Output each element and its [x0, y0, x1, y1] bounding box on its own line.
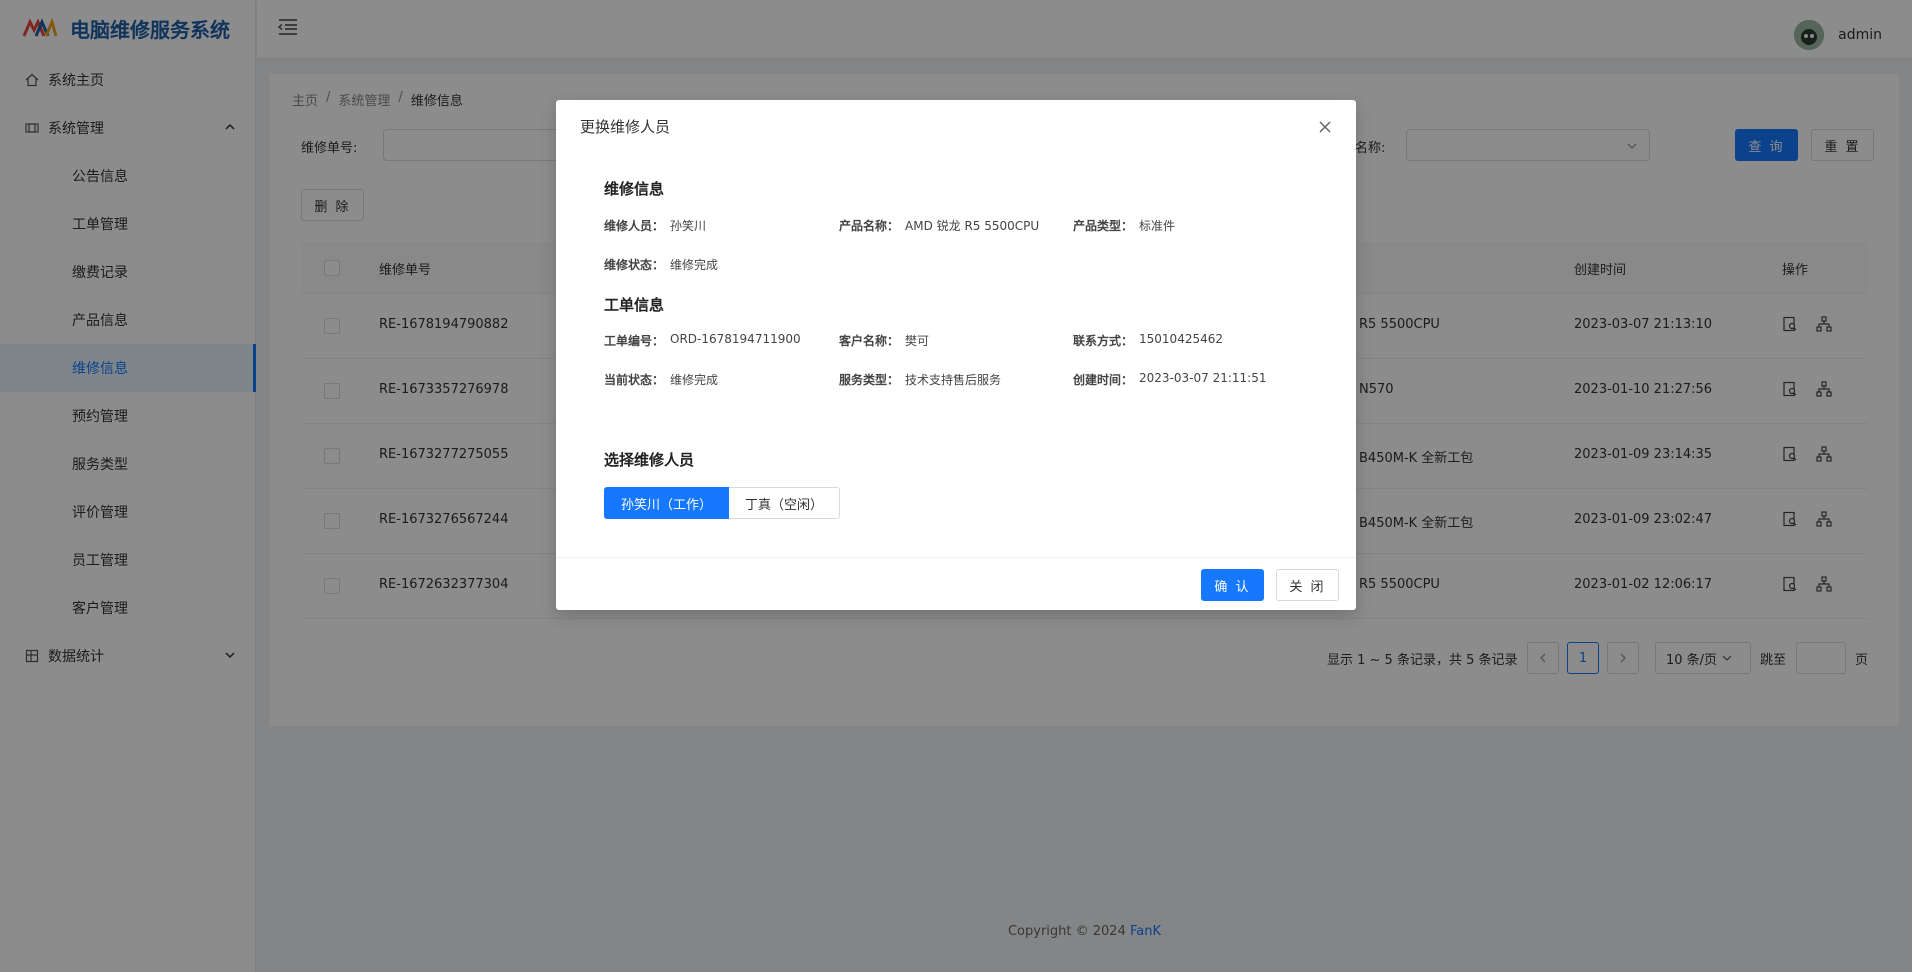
- field-order-no: 工单编号： ORD-1678194711900: [604, 332, 801, 349]
- field-label: 维修人员：: [604, 219, 665, 233]
- field-label: 工单编号：: [604, 334, 665, 348]
- section-title-order: 工单信息: [604, 296, 665, 314]
- staff-option-selected[interactable]: 孙笑川（工作）: [604, 487, 730, 519]
- field-product: 产品名称： AMD 锐龙 R5 5500CPU: [839, 217, 1039, 234]
- close-button[interactable]: 关 闭: [1276, 569, 1339, 601]
- field-label: 服务类型：: [839, 373, 900, 387]
- field-label: 客户名称：: [839, 334, 900, 348]
- field-label: 维修状态：: [604, 258, 665, 272]
- field-staff: 维修人员： 孙笑川: [604, 217, 706, 234]
- section-title-repair: 维修信息: [604, 180, 665, 198]
- staff-option[interactable]: 丁真（空闲）: [729, 487, 841, 519]
- field-value: 标准件: [1139, 219, 1176, 233]
- field-label: 产品类型：: [1073, 219, 1134, 233]
- change-staff-modal: 更换维修人员 维修信息 维修人员： 孙笑川 产品名称： AMD 锐龙 R5 5500…: [556, 100, 1356, 610]
- field-label: 创建时间：: [1073, 373, 1134, 387]
- field-repair-status: 维修状态： 维修完成: [604, 256, 718, 273]
- close-icon[interactable]: [1316, 118, 1334, 136]
- modal-title: 更换维修人员: [580, 118, 671, 136]
- field-product-type: 产品类型： 标准件: [1073, 217, 1175, 234]
- section-title-select: 选择维修人员: [604, 451, 695, 469]
- modal-footer-divider: [556, 557, 1356, 558]
- field-created-time: 创建时间： 2023-03-07 21:11:51: [1073, 371, 1266, 388]
- field-service-type: 服务类型： 技术支持售后服务: [839, 371, 1001, 388]
- field-value: 15010425462: [1139, 332, 1223, 346]
- field-customer: 客户名称： 樊可: [839, 332, 929, 349]
- field-value: 2023-03-07 21:11:51: [1139, 371, 1267, 385]
- confirm-button[interactable]: 确 认: [1201, 569, 1264, 601]
- field-label: 当前状态：: [604, 373, 665, 387]
- field-label: 联系方式：: [1073, 334, 1134, 348]
- field-value: 维修完成: [670, 258, 719, 272]
- field-value: ORD-1678194711900: [670, 332, 801, 346]
- field-value: 孙笑川: [670, 219, 707, 233]
- field-value: 技术支持售后服务: [905, 373, 1002, 387]
- field-current-state: 当前状态： 维修完成: [604, 371, 718, 388]
- staff-radio-group: 孙笑川（工作） 丁真（空闲）: [604, 487, 841, 519]
- field-contact: 联系方式： 15010425462: [1073, 332, 1223, 349]
- field-value: 维修完成: [670, 373, 719, 387]
- field-value: 樊可: [905, 334, 930, 348]
- field-label: 产品名称：: [839, 219, 900, 233]
- field-value: AMD 锐龙 R5 5500CPU: [905, 219, 1040, 233]
